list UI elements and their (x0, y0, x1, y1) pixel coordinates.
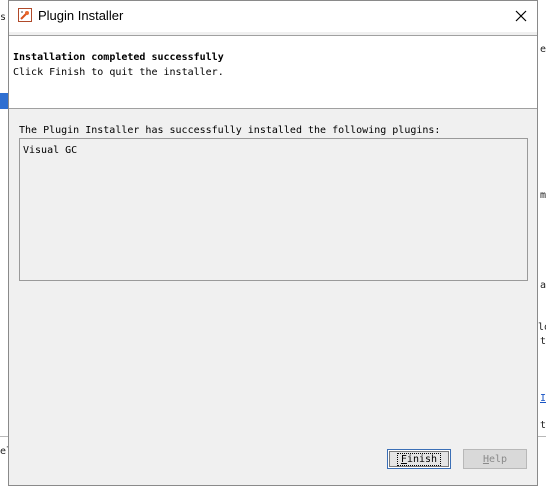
installed-plugins-list[interactable]: Visual GC (19, 138, 528, 281)
finish-button-label: Finish (396, 452, 442, 466)
list-item[interactable]: Visual GC (23, 145, 77, 156)
bg-link-fragment[interactable]: I (540, 393, 546, 404)
bg-fragment: lo (538, 322, 546, 333)
header-subtitle: Click Finish to quit the installer. (13, 67, 224, 78)
bg-fragment: ea (540, 44, 546, 55)
help-button[interactable]: Help (463, 449, 527, 469)
bg-fragment: m (540, 190, 546, 201)
title-bar[interactable]: Plugin Installer (9, 1, 537, 32)
bg-fragment: t (540, 420, 546, 431)
finish-button[interactable]: Finish (387, 449, 451, 469)
bg-selection-bar (0, 93, 8, 109)
header-panel: Installation completed successfully Clic… (9, 35, 537, 109)
plugin-installer-dialog: Plugin Installer Installation completed … (8, 0, 538, 486)
header-title: Installation completed successfully (13, 52, 224, 63)
installed-message: The Plugin Installer has successfully in… (19, 125, 441, 136)
plugin-installer-icon (18, 8, 32, 22)
bg-divider (538, 436, 546, 437)
window-title: Plugin Installer (38, 8, 124, 23)
bg-divider (0, 436, 8, 437)
close-icon (515, 10, 527, 22)
bg-fragment: t (540, 336, 546, 347)
bg-fragment: a (540, 280, 546, 291)
help-button-label: Help (482, 453, 508, 465)
bg-fragment: s (0, 12, 7, 23)
close-button[interactable] (509, 4, 533, 28)
